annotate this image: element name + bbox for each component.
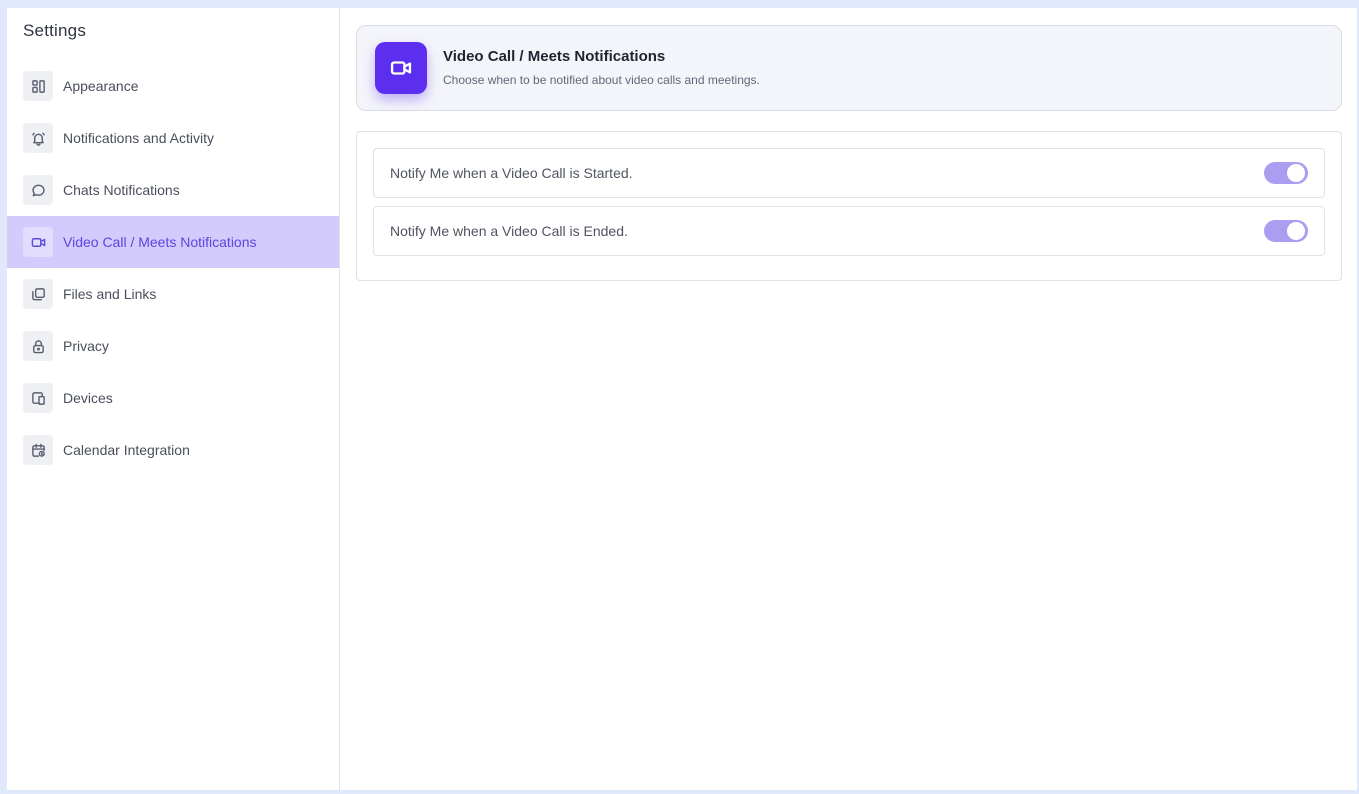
page-title: Video Call / Meets Notifications <box>443 48 666 65</box>
toggle-knob <box>1287 222 1305 240</box>
devices-icon <box>23 383 53 413</box>
sidebar-item-label: Video Call / Meets Notifications <box>63 234 257 250</box>
sidebar-item-label: Chats Notifications <box>63 182 180 198</box>
sidebar-item-label: Privacy <box>63 338 109 354</box>
chat-bubble-icon <box>23 175 53 205</box>
option-row-call-ended: Notify Me when a Video Call is Ended. <box>373 206 1325 256</box>
layout-icon <box>23 71 53 101</box>
sidebar-item-chats-notifications[interactable]: Chats Notifications <box>7 164 339 216</box>
bell-icon <box>23 123 53 153</box>
sidebar-item-label: Appearance <box>63 78 139 94</box>
toggle-knob <box>1287 164 1305 182</box>
page-subtitle: Choose when to be notified about video c… <box>443 73 760 87</box>
call-started-toggle[interactable] <box>1264 162 1308 184</box>
settings-sidebar: Settings Appearance Notifications and Ac… <box>7 8 340 790</box>
option-row-call-started: Notify Me when a Video Call is Started. <box>373 148 1325 198</box>
call-ended-toggle[interactable] <box>1264 220 1308 242</box>
video-camera-icon <box>23 227 53 257</box>
option-label: Notify Me when a Video Call is Started. <box>390 165 633 181</box>
sidebar-item-label: Notifications and Activity <box>63 130 214 146</box>
video-camera-icon <box>375 42 427 94</box>
sidebar-item-notifications-activity[interactable]: Notifications and Activity <box>7 112 339 164</box>
calendar-icon <box>23 435 53 465</box>
sidebar-item-privacy[interactable]: Privacy <box>7 320 339 372</box>
sidebar-item-calendar-integration[interactable]: Calendar Integration <box>7 424 339 476</box>
settings-nav: Appearance Notifications and Activity Ch… <box>7 60 339 476</box>
settings-content: Video Call / Meets Notifications Choose … <box>340 8 1357 790</box>
option-label: Notify Me when a Video Call is Ended. <box>390 223 628 239</box>
sidebar-item-files-links[interactable]: Files and Links <box>7 268 339 320</box>
sidebar-title: Settings <box>23 21 87 40</box>
sidebar-item-label: Devices <box>63 390 113 406</box>
sidebar-item-label: Calendar Integration <box>63 442 190 458</box>
notification-options-card: Notify Me when a Video Call is Started. … <box>356 131 1342 281</box>
sidebar-item-label: Files and Links <box>63 286 157 302</box>
sidebar-item-video-call-meets[interactable]: Video Call / Meets Notifications <box>7 216 339 268</box>
sidebar-item-devices[interactable]: Devices <box>7 372 339 424</box>
settings-window: Settings Appearance Notifications and Ac… <box>7 8 1357 790</box>
lock-icon <box>23 331 53 361</box>
sidebar-item-appearance[interactable]: Appearance <box>7 60 339 112</box>
section-header-card: Video Call / Meets Notifications Choose … <box>356 25 1342 111</box>
files-icon <box>23 279 53 309</box>
